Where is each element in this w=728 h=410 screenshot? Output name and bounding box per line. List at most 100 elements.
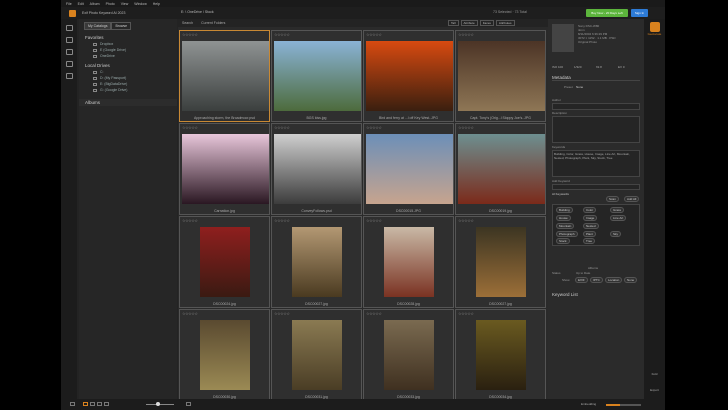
tab-browse[interactable]: Browse [111, 22, 132, 30]
favorites-heading[interactable]: Favorites [85, 35, 177, 40]
folder-icon[interactable] [65, 61, 73, 67]
photo-cell[interactable]: ☆☆☆☆☆ DSC00019.jpg [455, 123, 546, 215]
sign-in-button[interactable]: Sign In [631, 9, 648, 17]
show-exif-option[interactable]: EXIF [575, 277, 588, 283]
favorite-item[interactable]: OneDrive [93, 54, 177, 58]
ai-keyword-pill[interactable]: Plant [583, 231, 596, 237]
star-rating[interactable]: ☆☆☆☆☆ [274, 125, 290, 130]
ai-keyword-pill[interactable]: Building [556, 207, 573, 213]
menu-view[interactable]: View [121, 2, 129, 6]
sidebar-toggle-icon[interactable] [70, 402, 75, 406]
menu-photo[interactable]: Photo [106, 2, 115, 6]
photo-cell[interactable]: ☆☆☆☆☆ DSC00031.jpg [271, 309, 362, 401]
photo-cell[interactable]: ☆☆☆☆☆ DSC00034.jpg [455, 309, 546, 401]
ai-keyword-pill[interactable]: Image [583, 215, 598, 221]
ai-keyword-pill[interactable]: Color [583, 207, 597, 213]
ai-keyword-pill[interactable]: Stock [556, 238, 570, 244]
detail-view-icon[interactable] [97, 402, 102, 406]
photo-cell[interactable]: ☆☆☆☆☆ Bird and ferry at ...l off Key West… [363, 30, 454, 122]
favorite-item[interactable]: E (Google Drive) [93, 48, 177, 52]
grid-view-icon[interactable] [83, 402, 88, 406]
author-field[interactable] [552, 103, 640, 110]
ai-keyword-pill[interactable]: Sky [610, 231, 622, 237]
filter-chip[interactable]: Attributes [495, 20, 515, 26]
buy-now-button[interactable]: Buy Now - 20 Days Left [586, 9, 628, 17]
photo-cell[interactable]: ☆☆☆☆☆ DSC00015.JPG [363, 123, 454, 215]
photo-cell[interactable]: ☆☆☆☆☆ BGS kiss.jpg [271, 30, 362, 122]
star-rating[interactable]: ☆☆☆☆☆ [274, 32, 290, 37]
star-rating[interactable]: ☆☆☆☆☆ [366, 125, 382, 130]
scan-button[interactable]: Scan [606, 196, 619, 202]
photo-thumbnail[interactable] [366, 134, 453, 204]
breadcrumb[interactable]: E: \ OneDrive \ Stock [181, 10, 214, 14]
monitor-icon[interactable] [65, 37, 73, 43]
list-view-icon[interactable] [90, 402, 95, 406]
album-icon[interactable] [65, 49, 73, 55]
drive-item[interactable]: E: (BigDataDrive) [93, 82, 177, 86]
filter-chip[interactable]: Attribute [460, 20, 478, 26]
export-label[interactable]: Export [644, 388, 665, 392]
photo-thumbnail[interactable] [292, 320, 342, 390]
photo-cell[interactable]: ☆☆☆☆☆ Approaching storm, the Broadmoor.ps… [179, 30, 270, 122]
photo-cell[interactable]: ☆☆☆☆☆ ConveyFollows.psd [271, 123, 362, 215]
ai-keyword-pill[interactable]: Tree [583, 238, 596, 244]
keyword-list-heading[interactable]: Keyword List [552, 292, 578, 297]
menu-edit[interactable]: Edit [78, 2, 84, 6]
photo-thumbnail[interactable] [476, 227, 526, 297]
photo-thumbnail[interactable] [292, 227, 342, 297]
preset-select[interactable]: None [576, 85, 583, 89]
slider-knob[interactable] [156, 402, 160, 406]
photo-thumbnail[interactable] [384, 227, 434, 297]
photo-cell[interactable]: ☆☆☆☆☆ Capt. Tony's (Orig...l Sloppy Joe's… [455, 30, 546, 122]
photo-cell[interactable]: ☆☆☆☆☆ DSC00024.jpg [179, 216, 270, 308]
add-all-button[interactable]: Add All [624, 196, 640, 202]
menu-help[interactable]: Help [153, 2, 160, 6]
add-icon[interactable] [65, 25, 73, 31]
photo-cell[interactable]: ☆☆☆☆☆ DSC00027.jpg [271, 216, 362, 308]
star-rating[interactable]: ☆☆☆☆☆ [182, 32, 198, 37]
photo-thumbnail[interactable] [274, 41, 361, 111]
metadata-heading[interactable]: Metadata [552, 75, 640, 81]
filter-chip[interactable]: Tall [448, 20, 459, 26]
star-rating[interactable]: ☆☆☆☆☆ [366, 32, 382, 37]
star-rating[interactable]: ☆☆☆☆☆ [366, 311, 382, 316]
star-rating[interactable]: ☆☆☆☆☆ [458, 311, 474, 316]
favorite-item[interactable]: Dropbox [93, 42, 177, 46]
photo-thumbnail[interactable] [384, 320, 434, 390]
star-rating[interactable]: ☆☆☆☆☆ [274, 218, 290, 223]
star-rating[interactable]: ☆☆☆☆☆ [182, 218, 198, 223]
photo-cell[interactable]: ☆☆☆☆☆ DSC00033.jpg [363, 309, 454, 401]
menu-file[interactable]: File [66, 2, 72, 6]
photo-thumbnail[interactable] [476, 320, 526, 390]
fold-label[interactable]: Fold [644, 372, 665, 376]
menu-window[interactable]: Window [134, 2, 146, 6]
photo-thumbnail[interactable] [200, 227, 250, 297]
photo-thumbnail[interactable] [182, 41, 269, 111]
photo-thumbnail[interactable] [182, 134, 269, 204]
photo-cell[interactable]: ☆☆☆☆☆ DSC00027.jpg [455, 216, 546, 308]
local-drives-heading[interactable]: Local Drives [85, 63, 177, 68]
fit-icon[interactable] [186, 402, 191, 406]
filter-chip[interactable]: Faces [479, 20, 494, 26]
stack-icon[interactable] [65, 73, 73, 79]
geolocate-icon[interactable] [649, 22, 660, 32]
map-view-icon[interactable] [104, 402, 109, 406]
menu-album[interactable]: Album [90, 2, 100, 6]
tab-my-catalogs[interactable]: My Catalogs [84, 22, 112, 30]
show-none-option[interactable]: None [624, 277, 638, 283]
ai-keyword-pill[interactable]: Mountain [556, 223, 575, 229]
description-field[interactable] [552, 116, 640, 143]
drive-item[interactable]: G: (Google Drive) [93, 88, 177, 92]
star-rating[interactable]: ☆☆☆☆☆ [458, 32, 474, 37]
drive-item[interactable]: D: (My Passport) [93, 76, 177, 80]
photo-thumbnail[interactable] [458, 134, 545, 204]
ai-keyword-pill[interactable]: House [556, 215, 571, 221]
add-keyword-field[interactable] [552, 184, 640, 190]
photo-thumbnail[interactable] [274, 134, 361, 204]
star-rating[interactable]: ☆☆☆☆☆ [274, 311, 290, 316]
star-rating[interactable]: ☆☆☆☆☆ [458, 125, 474, 130]
star-rating[interactable]: ☆☆☆☆☆ [182, 125, 198, 130]
ai-keyword-pill[interactable]: Line Art [610, 215, 627, 221]
photo-cell[interactable]: ☆☆☆☆☆ DSC00030.jpg [179, 309, 270, 401]
ai-keyword-pill[interactable]: Photograph [556, 231, 578, 237]
